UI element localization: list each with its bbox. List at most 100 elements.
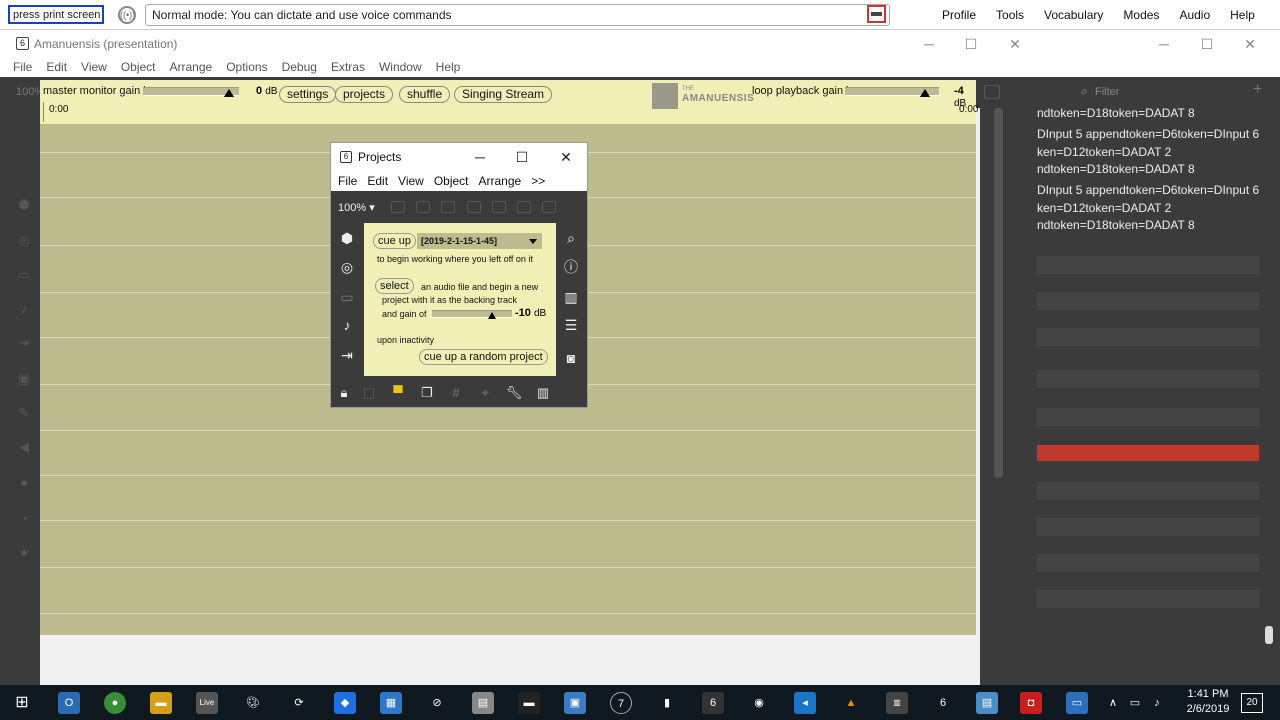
- chart-app-icon[interactable]: ▮: [656, 692, 678, 714]
- search-icon[interactable]: ⌕: [562, 229, 580, 247]
- close-button[interactable]: ✕: [1005, 34, 1025, 54]
- projects-button[interactable]: projects: [335, 86, 394, 103]
- dragon-icon[interactable]: 6: [702, 692, 724, 714]
- gain-thumb[interactable]: [488, 312, 496, 319]
- cube-icon[interactable]: ⬢: [17, 198, 31, 212]
- selected-row[interactable]: [1037, 445, 1259, 461]
- projects-zoom[interactable]: 100% ▾: [338, 201, 375, 214]
- layers-icon[interactable]: ❐: [418, 384, 436, 402]
- maximize-button[interactable]: ☐: [961, 34, 981, 54]
- app-icon-3[interactable]: ◘: [1020, 692, 1042, 714]
- main-titlebar[interactable]: 6 Amanuensis (presentation) ─ ☐ ✕: [0, 30, 1037, 57]
- target-icon[interactable]: ◎: [17, 234, 31, 248]
- image-icon[interactable]: ▣: [17, 372, 31, 386]
- list-row[interactable]: [1037, 370, 1259, 388]
- book-icon[interactable]: ▥: [562, 288, 580, 306]
- shuffle-button[interactable]: shuffle: [399, 86, 451, 103]
- filter-input[interactable]: Filter: [1095, 86, 1119, 98]
- projects-menu-edit[interactable]: Edit: [362, 171, 393, 191]
- volume-tray-icon[interactable]: ♪: [1146, 692, 1168, 714]
- film-icon[interactable]: ▭: [17, 268, 31, 282]
- menu-file[interactable]: File: [6, 57, 39, 77]
- back-icon[interactable]: ◀: [17, 440, 31, 454]
- paint-icon[interactable]: 🎨︎: [242, 692, 264, 714]
- canvas-scrollbar[interactable]: [994, 108, 1003, 478]
- sequence-icon[interactable]: ⇥: [17, 336, 31, 350]
- obs-icon[interactable]: ◉: [748, 692, 770, 714]
- list-icon[interactable]: ☰: [562, 316, 580, 334]
- settings-button[interactable]: settings: [279, 86, 337, 103]
- loop-gain-thumb[interactable]: [919, 89, 930, 97]
- compass-icon[interactable]: ⊘: [426, 692, 448, 714]
- menu-debug[interactable]: Debug: [275, 57, 324, 77]
- add-icon[interactable]: +: [1253, 81, 1262, 99]
- app-icon-2[interactable]: ▤: [976, 692, 998, 714]
- menu-vocabulary[interactable]: Vocabulary: [1034, 0, 1113, 30]
- music-icon[interactable]: ♪: [17, 302, 31, 316]
- menu-object[interactable]: Object: [114, 57, 163, 77]
- app-window-icon[interactable]: ▣: [564, 692, 586, 714]
- menu-window[interactable]: Window: [372, 57, 429, 77]
- new-object-icon[interactable]: [391, 201, 405, 213]
- ableton-live-icon[interactable]: Live: [196, 692, 218, 714]
- app-icon-4[interactable]: ▭: [1066, 692, 1088, 714]
- minimize-button[interactable]: ─: [919, 34, 939, 54]
- console-minimize-button[interactable]: ─: [1154, 34, 1174, 54]
- cue-up-random-project-button[interactable]: cue up a random project: [419, 349, 548, 365]
- outlook-icon[interactable]: O: [58, 692, 80, 714]
- select-tool-icon[interactable]: ⬚: [360, 384, 378, 402]
- wrench-icon[interactable]: 🔧︎: [505, 384, 523, 402]
- menu-view[interactable]: View: [74, 57, 114, 77]
- windows-start-icon[interactable]: ⊞: [11, 692, 33, 714]
- cube-icon[interactable]: ⬢: [338, 229, 356, 247]
- singing-stream-button[interactable]: Singing Stream: [454, 86, 553, 103]
- microphone-icon[interactable]: ((•)): [118, 6, 136, 24]
- master-gain-slider[interactable]: [143, 87, 239, 97]
- list-row[interactable]: [1037, 408, 1259, 426]
- list-row[interactable]: [1037, 554, 1259, 572]
- menu-modes[interactable]: Modes: [1113, 0, 1169, 30]
- list-row[interactable]: [1037, 590, 1259, 608]
- keyboard-icon[interactable]: ▥: [534, 384, 552, 402]
- music-icon[interactable]: ♪: [338, 316, 356, 334]
- clock-icon[interactable]: ◔: [17, 512, 31, 526]
- vscode-icon[interactable]: ◂: [794, 692, 816, 714]
- grid-icon[interactable]: #: [447, 384, 465, 402]
- terminal-icon[interactable]: ▬: [518, 692, 540, 714]
- list-row[interactable]: [1037, 518, 1259, 536]
- projects-menu-object[interactable]: Object: [429, 171, 474, 191]
- info-icon[interactable]: ⓘ: [562, 258, 580, 276]
- list-row[interactable]: [1037, 256, 1259, 274]
- console-close-button[interactable]: ✕: [1240, 34, 1260, 54]
- menu-options[interactable]: Options: [219, 57, 274, 77]
- projects-maximize-button[interactable]: ☐: [512, 147, 532, 167]
- volume-meter-icon[interactable]: [867, 5, 886, 23]
- sequence-icon[interactable]: ⇥: [338, 346, 356, 364]
- cue-up-button[interactable]: cue up: [373, 233, 417, 249]
- presentation-icon[interactable]: ▀: [389, 384, 407, 402]
- menu-arrange[interactable]: Arrange: [163, 57, 220, 77]
- menu-help[interactable]: Help: [429, 57, 468, 77]
- list-row[interactable]: [1037, 292, 1259, 310]
- projects-minimize-button[interactable]: ─: [470, 147, 490, 167]
- slider-icon[interactable]: [542, 201, 556, 213]
- loop-gain-slider[interactable]: [845, 87, 939, 97]
- menu-profile[interactable]: Profile: [932, 0, 986, 30]
- command-text-box[interactable]: press print screen: [8, 5, 104, 24]
- network-icon[interactable]: ▤: [472, 692, 494, 714]
- project-dropdown[interactable]: [2019-2-1-15-1-45]: [417, 233, 542, 249]
- list-row[interactable]: [1037, 328, 1259, 346]
- star-icon[interactable]: ★: [17, 546, 31, 560]
- menu-audio[interactable]: Audio: [1169, 0, 1220, 30]
- file-explorer-icon[interactable]: ▬: [150, 692, 172, 714]
- master-gain-thumb[interactable]: [224, 89, 235, 97]
- seven-icon[interactable]: 7: [610, 692, 632, 714]
- connect-icon[interactable]: ⌖: [476, 384, 494, 402]
- projects-titlebar[interactable]: 6 Projects ─ ☐ ✕: [331, 143, 587, 171]
- lock-icon[interactable]: 🔒︎: [335, 384, 353, 402]
- gain-slider[interactable]: [432, 310, 512, 319]
- pin-icon[interactable]: ✎: [17, 406, 31, 420]
- dropbox-icon[interactable]: ◆: [334, 692, 356, 714]
- projects-menu-arrange[interactable]: Arrange: [474, 171, 527, 191]
- console-titlebar[interactable]: ─ ☐ ✕: [1037, 30, 1280, 77]
